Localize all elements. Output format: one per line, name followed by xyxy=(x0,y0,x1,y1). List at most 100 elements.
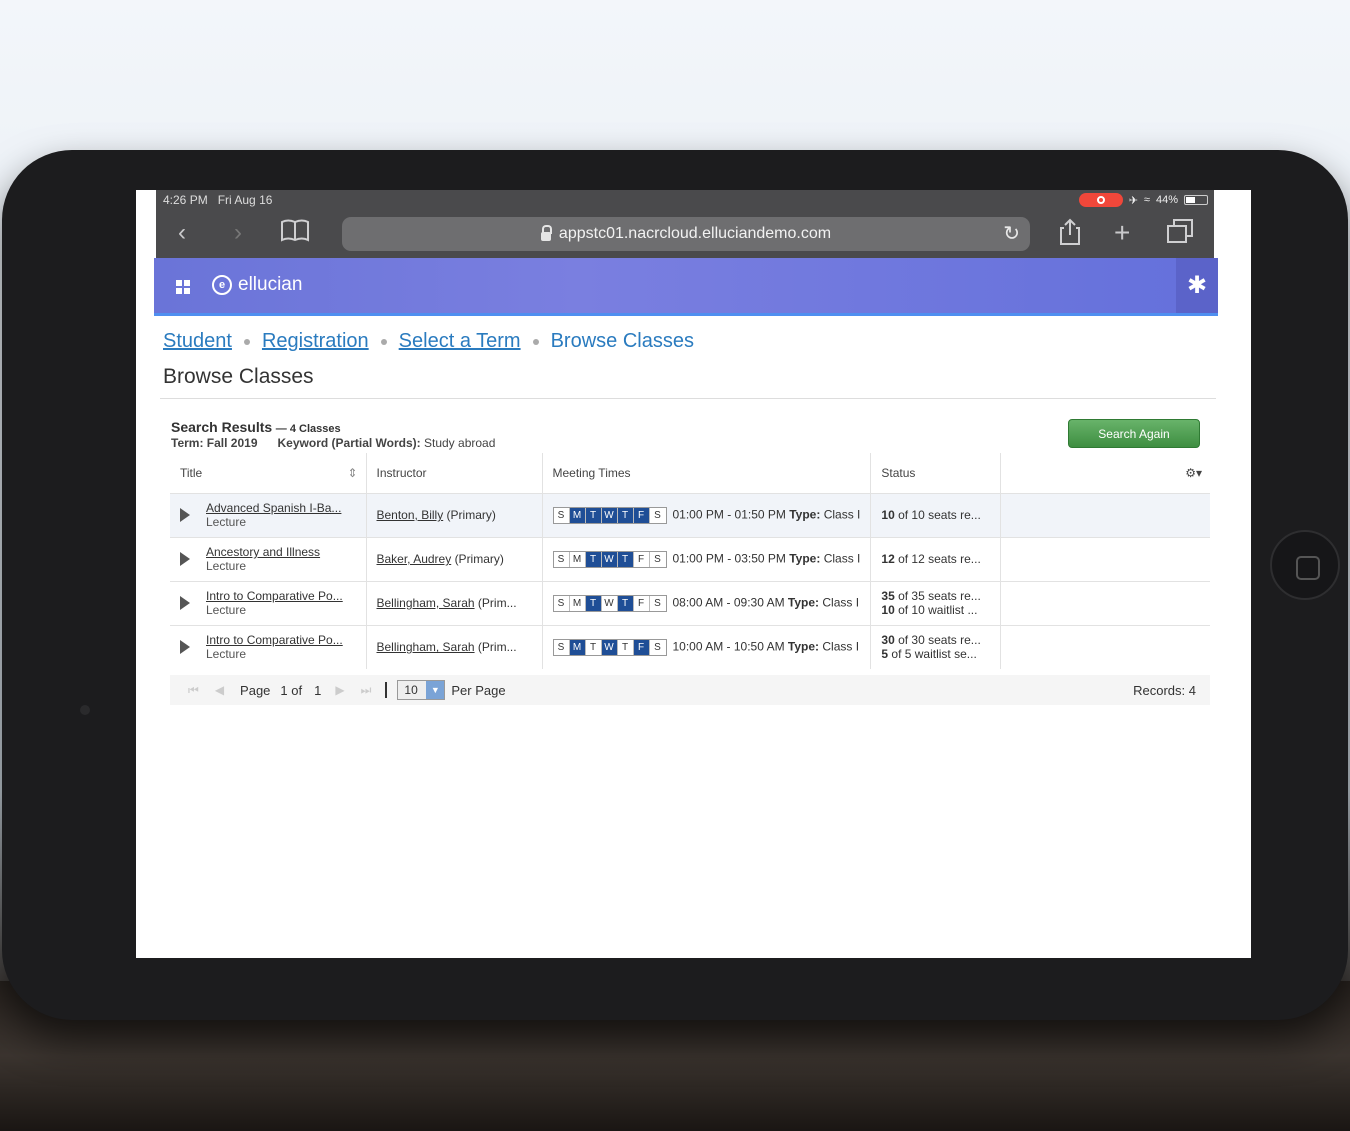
day-cell: F xyxy=(633,551,650,567)
airplane-icon: ✈ xyxy=(1128,194,1138,207)
column-title[interactable]: Title ⇕ xyxy=(170,453,367,493)
instructor-role: (Prim... xyxy=(477,640,517,655)
search-again-button[interactable]: Search Again xyxy=(1068,419,1200,448)
day-cell: F xyxy=(633,507,650,523)
url-bar[interactable]: appstc01.nacrcloud.elluciandemo.com ↻ xyxy=(342,217,1030,251)
tabs-icon[interactable] xyxy=(1166,218,1194,252)
day-cell: T xyxy=(617,595,634,611)
results-table: Title ⇕ Instructor Meeting Times Status ⚙… xyxy=(170,453,1210,669)
pagination-bar: ⏮ ◀ Page 1 of 1 ▶ ⏭ 10 ▼ Per Page Record… xyxy=(170,675,1210,705)
last-page-icon[interactable]: ⏭ xyxy=(361,683,372,698)
expand-triangle-icon[interactable] xyxy=(180,552,190,566)
breadcrumb-select-term[interactable]: Select a Term xyxy=(399,330,521,353)
breadcrumb-registration[interactable]: Registration xyxy=(262,330,369,353)
course-title-link[interactable]: Advanced Spanish I-Ba... xyxy=(206,501,354,515)
day-cell: S xyxy=(649,551,666,567)
instructor-link[interactable]: Bellingham, Sarah xyxy=(377,596,475,610)
new-tab-icon[interactable]: + xyxy=(1114,218,1130,248)
next-page-icon[interactable]: ▶ xyxy=(335,683,344,697)
table-row[interactable]: Intro to Comparative Po... Lecture Bellin… xyxy=(170,580,1210,625)
instructor-link[interactable]: Benton, Billy xyxy=(377,508,444,522)
pager-divider xyxy=(385,682,388,698)
instructor-role: (Primary) xyxy=(454,552,504,566)
day-cell: F xyxy=(633,639,650,655)
first-page-icon[interactable]: ⏮ xyxy=(188,683,199,698)
breadcrumb-browse-classes: Browse Classes xyxy=(550,330,694,352)
meeting-time: 01:00 PM - 01:50 PM xyxy=(672,507,786,522)
meeting-days: SMTWTFS xyxy=(552,550,667,568)
bookmarks-icon[interactable] xyxy=(280,218,310,251)
instructor-role: (Prim... xyxy=(477,596,517,610)
breadcrumb-separator xyxy=(380,338,387,345)
course-title-link[interactable]: Intro to Comparative Po... xyxy=(206,589,354,603)
day-cell: F xyxy=(633,595,650,611)
brand[interactable]: e ellucian xyxy=(212,274,302,296)
day-cell: T xyxy=(585,507,602,523)
meeting-type: Class I xyxy=(822,639,860,654)
day-cell: S xyxy=(553,551,570,567)
seats-status: 30 of 30 seats re... xyxy=(881,633,981,648)
meeting-days: SMTWTFS xyxy=(552,506,667,524)
day-cell: T xyxy=(585,551,602,567)
day-cell: S xyxy=(649,595,666,611)
page-label: Page xyxy=(240,682,271,698)
expand-triangle-icon[interactable] xyxy=(180,508,190,522)
meeting-type: Class I xyxy=(823,551,861,566)
table-row[interactable]: Advanced Spanish I-Ba... Lecture Benton, … xyxy=(170,492,1210,537)
day-cell: M xyxy=(569,639,586,655)
results-panel: Search Results — 4 Classes Term: Fall 20… xyxy=(160,398,1216,718)
page-title: Browse Classes xyxy=(163,365,314,388)
share-icon[interactable] xyxy=(1058,218,1082,254)
brand-name: ellucian xyxy=(238,274,303,295)
forward-chevron-icon[interactable]: › xyxy=(234,218,242,248)
course-type: Lecture xyxy=(206,515,247,529)
per-page-select[interactable]: 10 ▼ xyxy=(397,680,446,700)
day-cell: S xyxy=(649,507,666,523)
column-status[interactable]: Status xyxy=(870,453,1002,493)
column-instructor[interactable]: Instructor xyxy=(366,453,543,493)
sort-icon[interactable]: ⇕ xyxy=(347,466,357,480)
day-cell: M xyxy=(569,551,586,567)
course-type: Lecture xyxy=(206,603,247,617)
camera xyxy=(80,705,90,715)
status-indicators: ✈ ≈ 44% xyxy=(1078,193,1208,207)
records-count: Records: 4 xyxy=(1133,682,1196,698)
seats-status: 35 of 35 seats re... xyxy=(881,589,981,603)
day-cell: S xyxy=(553,595,570,611)
reload-icon[interactable]: ↻ xyxy=(1003,221,1020,246)
course-title-link[interactable]: Ancestory and Illness xyxy=(206,545,354,559)
waitlist-status: 10 of 10 waitlist ... xyxy=(881,603,978,617)
meeting-days: SMTWTFS xyxy=(552,594,667,612)
results-heading: Search Results — 4 Classes xyxy=(171,419,341,435)
total-pages: 1 xyxy=(314,682,322,698)
instructor-link[interactable]: Bellingham, Sarah xyxy=(377,640,475,654)
breadcrumb-separator xyxy=(532,338,539,345)
waitlist-status: 5 of 5 waitlist se... xyxy=(881,647,977,662)
table-row[interactable]: Ancestory and Illness Lecture Baker, Audr… xyxy=(170,536,1210,581)
home-button[interactable] xyxy=(1270,530,1340,600)
wifi-icon: ≈ xyxy=(1143,194,1150,206)
instructor-link[interactable]: Baker, Audrey xyxy=(377,552,452,566)
day-cell: S xyxy=(553,507,570,523)
seats-status: 10 of 10 seats re... xyxy=(881,508,981,522)
course-title-link[interactable]: Intro to Comparative Po... xyxy=(206,633,354,647)
day-cell: W xyxy=(601,595,618,611)
app-grid-icon[interactable] xyxy=(176,280,190,294)
day-cell: T xyxy=(617,507,634,523)
meeting-type: Class I xyxy=(823,507,861,522)
column-meeting-times[interactable]: Meeting Times xyxy=(542,453,872,493)
seats-status: 12 of 12 seats re... xyxy=(881,552,981,566)
previous-page-icon[interactable]: ◀ xyxy=(215,683,224,697)
table-row[interactable]: Intro to Comparative Po... Lecture Bellin… xyxy=(170,624,1210,669)
breadcrumb-student[interactable]: Student xyxy=(163,330,232,353)
day-cell: M xyxy=(569,595,586,611)
day-cell: W xyxy=(601,551,618,567)
column-settings-gear-icon[interactable]: ⚙▾ xyxy=(1001,453,1210,493)
meeting-days: SMTWTFS xyxy=(552,638,667,656)
breadcrumb-separator xyxy=(243,338,250,345)
settings-gear-icon[interactable]: ✱ xyxy=(1176,258,1218,313)
back-chevron-icon[interactable]: ‹ xyxy=(178,218,186,248)
expand-triangle-icon[interactable] xyxy=(180,640,190,655)
expand-triangle-icon[interactable] xyxy=(180,596,190,610)
url-text: appstc01.nacrcloud.elluciandemo.com xyxy=(558,225,832,242)
